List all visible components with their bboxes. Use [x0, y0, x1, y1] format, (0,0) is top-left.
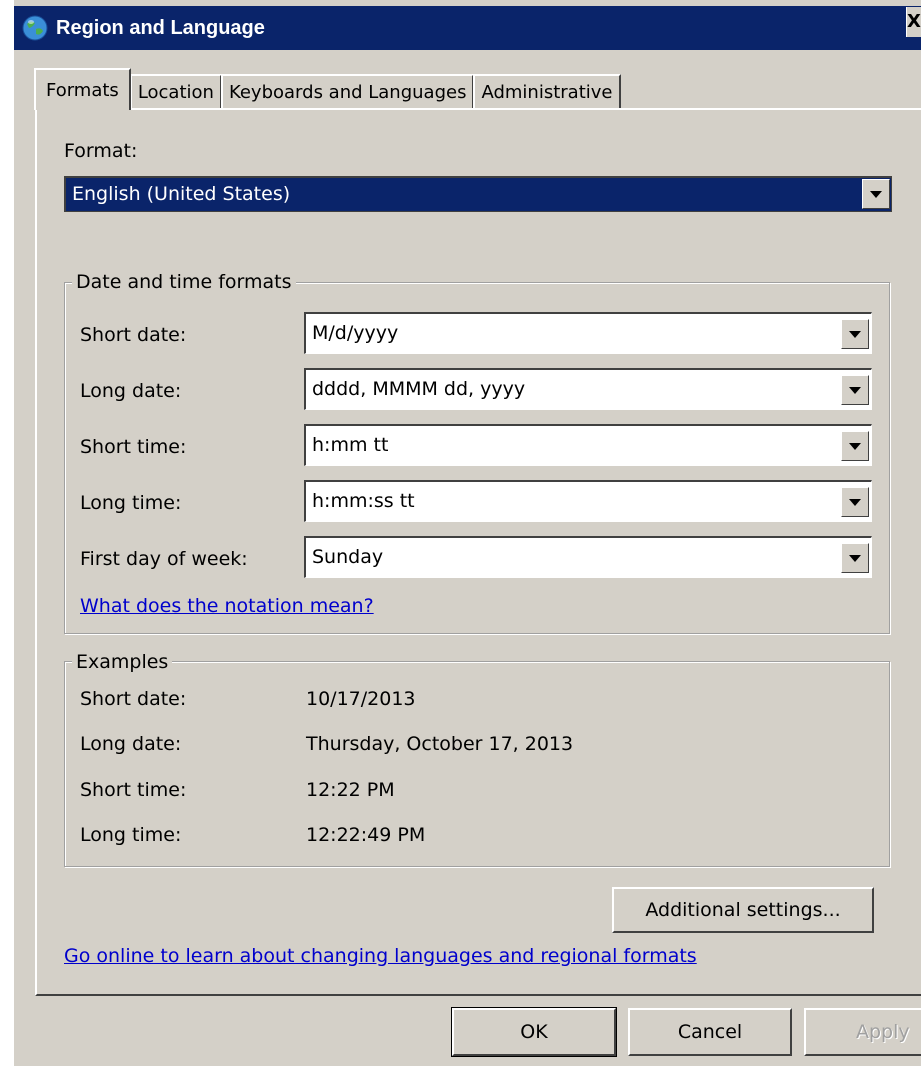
example-short-date-label: Short date: [80, 688, 187, 710]
tab-administrative[interactable]: Administrative [473, 74, 621, 108]
globe-icon [20, 13, 50, 43]
short-time-select[interactable]: h:mm tt [304, 424, 872, 466]
long-time-label: Long time: [80, 492, 182, 514]
long-date-select[interactable]: dddd, MMMM dd, yyyy [304, 368, 872, 410]
format-select-value: English (United States) [72, 183, 291, 205]
chevron-down-icon[interactable] [841, 543, 869, 573]
example-long-time-value: 12:22:49 PM [306, 824, 426, 846]
examples-group [64, 661, 890, 867]
long-time-select[interactable]: h:mm:ss tt [304, 480, 872, 522]
chevron-down-icon[interactable] [841, 375, 869, 405]
example-short-date-value: 10/17/2013 [306, 688, 416, 710]
close-button[interactable]: X [906, 7, 921, 37]
cancel-button[interactable]: Cancel [628, 1008, 792, 1056]
chevron-down-icon[interactable] [862, 179, 890, 209]
additional-settings-button[interactable]: Additional settings... [612, 887, 874, 933]
long-time-value: h:mm:ss tt [312, 490, 415, 512]
region-language-dialog: Region and Language X Formats Location K… [12, 0, 921, 1066]
long-date-label: Long date: [80, 380, 182, 402]
notation-help-link[interactable]: What does the notation mean? [80, 595, 374, 617]
short-date-select[interactable]: M/d/yyyy [304, 312, 872, 354]
tab-formats[interactable]: Formats [34, 68, 131, 110]
short-date-label: Short date: [80, 324, 187, 346]
window-title: Region and Language [56, 16, 265, 39]
example-long-time-label: Long time: [80, 824, 182, 846]
online-help-link[interactable]: Go online to learn about changing langua… [64, 945, 697, 967]
ok-button[interactable]: OK [451, 1007, 617, 1057]
tab-strip: Formats Location Keyboards and Languages… [34, 68, 621, 110]
example-long-date-value: Thursday, October 17, 2013 [306, 733, 574, 755]
date-time-formats-title: Date and time formats [72, 271, 296, 293]
format-select[interactable]: English (United States) [64, 176, 892, 212]
first-day-of-week-value: Sunday [312, 546, 384, 568]
chevron-down-icon[interactable] [841, 431, 869, 461]
example-short-time-label: Short time: [80, 779, 187, 801]
apply-button[interactable]: Apply [804, 1008, 921, 1056]
chevron-down-icon[interactable] [841, 487, 869, 517]
chevron-down-icon[interactable] [841, 319, 869, 349]
short-time-label: Short time: [80, 436, 187, 458]
tab-keyboards-and-languages[interactable]: Keyboards and Languages [220, 74, 475, 108]
short-time-value: h:mm tt [312, 434, 389, 456]
tab-location[interactable]: Location [129, 74, 222, 108]
first-day-of-week-label: First day of week: [80, 548, 248, 570]
title-bar: Region and Language [14, 6, 921, 50]
format-label: Format: [64, 140, 138, 162]
first-day-of-week-select[interactable]: Sunday [304, 536, 872, 578]
short-date-value: M/d/yyyy [312, 322, 399, 344]
example-long-date-label: Long date: [80, 733, 182, 755]
example-short-time-value: 12:22 PM [306, 779, 395, 801]
examples-title: Examples [72, 651, 173, 673]
long-date-value: dddd, MMMM dd, yyyy [312, 378, 526, 400]
